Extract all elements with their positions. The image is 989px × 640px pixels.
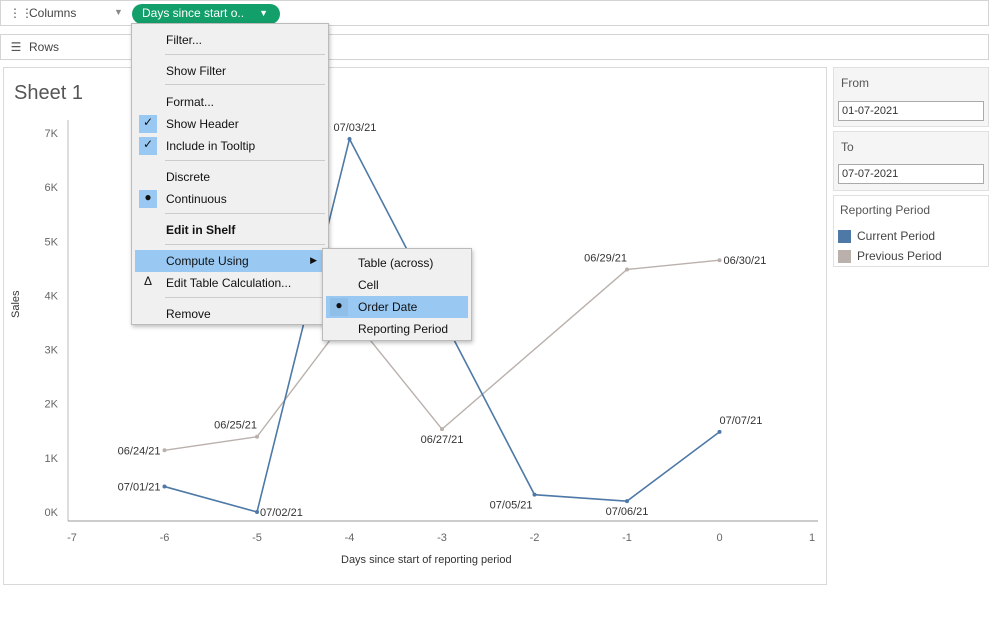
data-point (347, 136, 352, 141)
y-tick-label: 4K (45, 290, 59, 302)
menu-item-remove[interactable]: Remove (135, 303, 325, 325)
to-filter-label: To (841, 140, 854, 154)
check-icon: ✓ (139, 137, 157, 155)
legend-title: Reporting Period (840, 203, 931, 217)
data-label: 06/30/21 (724, 255, 767, 267)
legend-label-current: Current Period (857, 229, 936, 243)
y-axis-title: Sales (10, 290, 22, 318)
to-filter-card: To 07-07-2021 (833, 131, 989, 191)
menu-item-show-filter[interactable]: Show Filter (135, 60, 325, 82)
from-date-input[interactable]: 01-07-2021 (838, 101, 984, 121)
data-label: 07/07/21 (720, 415, 763, 427)
data-label: 06/25/21 (214, 420, 257, 432)
data-point (625, 499, 629, 504)
radio-dot-icon: ● (139, 190, 157, 208)
x-tick-label: -6 (160, 532, 170, 544)
from-filter-card: From 01-07-2021 (833, 67, 989, 127)
y-tick-label: 1K (45, 453, 59, 465)
submenu-item-reporting-period[interactable]: Reporting Period (326, 318, 468, 340)
pill-context-menu: Filter... Show Filter Format... ✓ Show H… (131, 23, 329, 325)
y-tick-label: 0K (45, 507, 59, 519)
data-point (717, 258, 722, 263)
data-point (255, 434, 259, 439)
x-tick-label: 1 (809, 532, 815, 544)
y-tick-label: 7K (45, 128, 59, 140)
menu-item-edit-in-shelf[interactable]: Edit in Shelf (135, 219, 325, 241)
menu-item-include-in-tooltip[interactable]: ✓ Include in Tooltip (135, 135, 325, 157)
y-tick-label: 5K (45, 236, 59, 248)
check-icon: ✓ (139, 115, 157, 133)
to-date-input[interactable]: 07-07-2021 (838, 164, 984, 184)
submenu-item-order-date[interactable]: ● Order Date (326, 296, 468, 318)
menu-item-edit-table-calculation[interactable]: Δ Edit Table Calculation... (135, 272, 325, 294)
menu-item-discrete[interactable]: Discrete (135, 166, 325, 188)
data-point (532, 492, 537, 497)
data-label: 07/05/21 (490, 500, 533, 512)
y-tick-label: 2K (45, 399, 59, 411)
delta-icon: Δ (143, 274, 152, 288)
x-tick-label: -7 (67, 532, 77, 544)
menu-item-filter[interactable]: Filter... (135, 29, 325, 51)
data-label: 06/24/21 (118, 445, 161, 457)
menu-item-format[interactable]: Format... (135, 91, 325, 113)
data-point (625, 267, 629, 272)
data-point (440, 427, 444, 432)
x-tick-label: -1 (622, 532, 632, 544)
x-tick-label: 0 (716, 532, 722, 544)
compute-using-submenu: Table (across) Cell ● Order Date Reporti… (322, 248, 472, 341)
x-tick-label: -5 (252, 532, 262, 544)
legend-swatch-current (838, 229, 851, 243)
x-axis-title: Days since start of reporting period (341, 554, 512, 566)
data-label: 06/29/21 (584, 252, 627, 264)
submenu-item-table-across[interactable]: Table (across) (326, 252, 468, 274)
data-label: 06/27/21 (421, 434, 464, 446)
radio-dot-icon: ● (330, 298, 348, 316)
legend-item-previous[interactable]: Previous Period (838, 249, 942, 263)
x-tick-label: -4 (345, 532, 355, 544)
data-point (717, 429, 722, 434)
x-tick-label: -3 (437, 532, 447, 544)
legend-label-previous: Previous Period (857, 249, 942, 263)
data-label: 07/01/21 (118, 482, 161, 494)
y-tick-label: 3K (45, 345, 59, 357)
y-tick-label: 6K (45, 182, 59, 194)
data-point (255, 510, 259, 514)
x-tick-label: -2 (530, 532, 540, 544)
data-label: 07/06/21 (606, 506, 649, 518)
data-point (162, 484, 167, 489)
from-filter-label: From (841, 76, 869, 90)
data-label: 07/02/21 (260, 507, 303, 519)
submenu-item-cell[interactable]: Cell (326, 274, 468, 296)
legend-item-current[interactable]: Current Period (838, 229, 935, 243)
legend-swatch-previous (838, 249, 851, 263)
menu-item-compute-using[interactable]: Compute Using ▶ (135, 250, 325, 272)
data-label: 07/03/21 (334, 122, 377, 134)
submenu-arrow-icon: ▶ (310, 255, 317, 265)
menu-item-continuous[interactable]: ● Continuous (135, 188, 325, 210)
data-point (162, 448, 167, 453)
menu-item-show-header[interactable]: ✓ Show Header (135, 113, 325, 135)
